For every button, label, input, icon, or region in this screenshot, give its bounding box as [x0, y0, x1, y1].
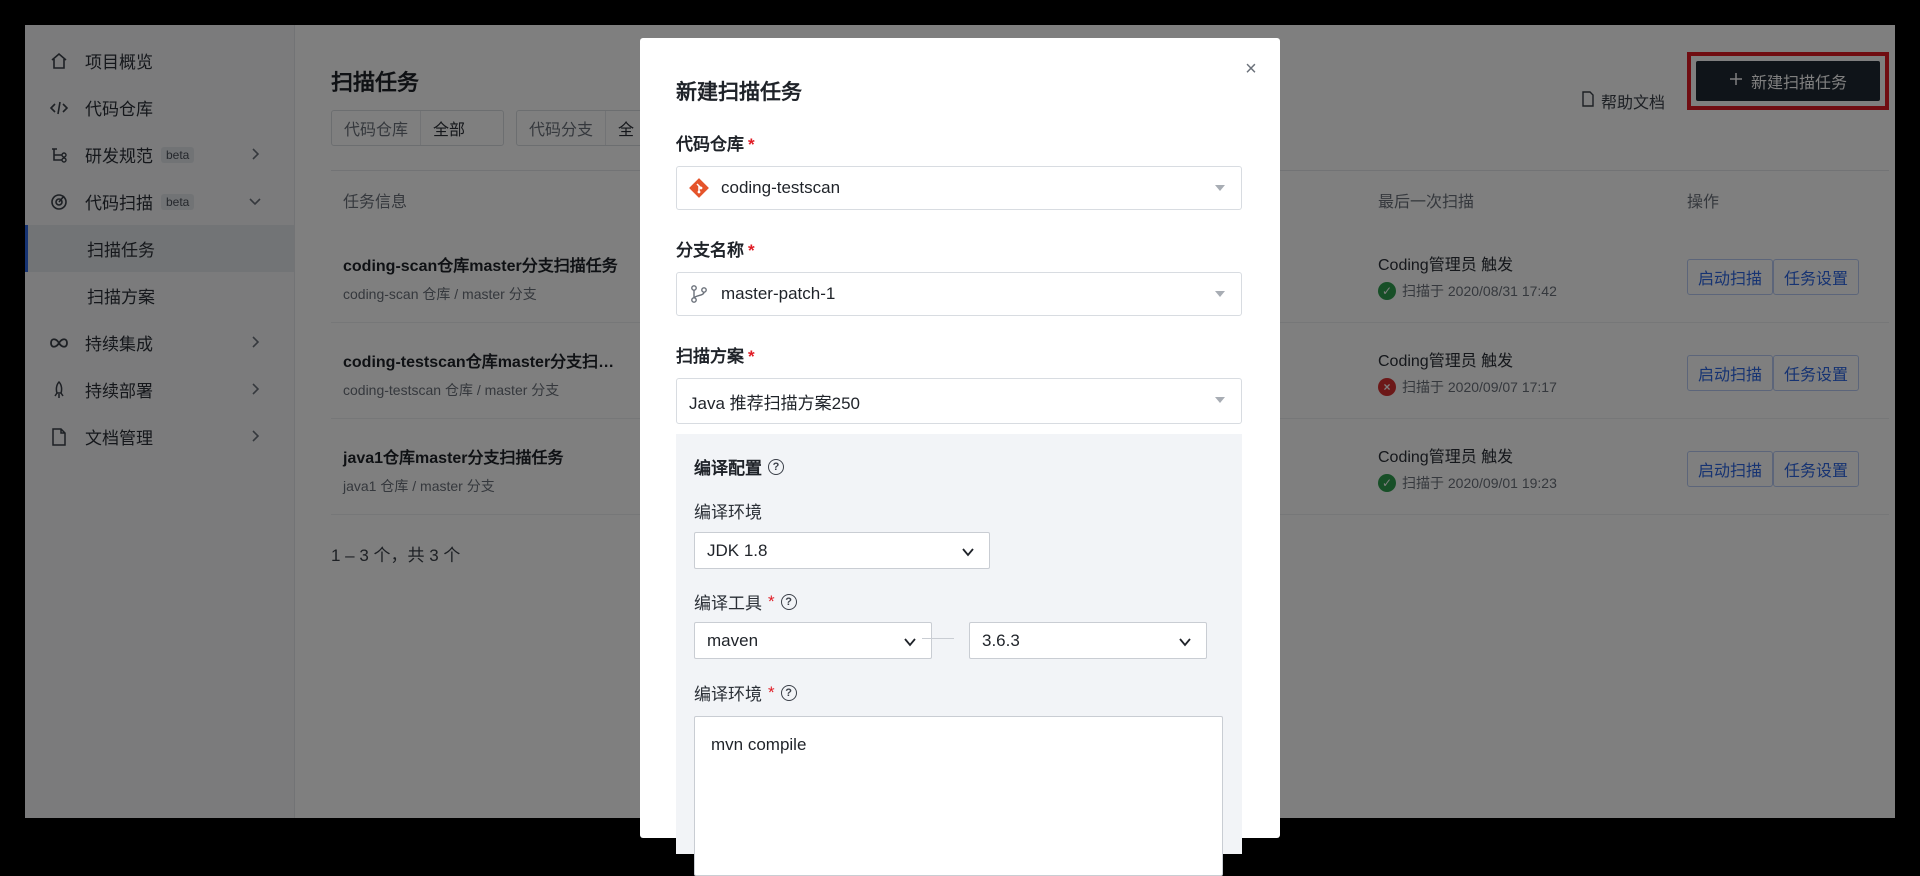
compile-config-panel: 编译配置 ? 编译环境 JDK 1.8 编译工具 * ? maven 3.6.3 — [676, 434, 1242, 876]
plan-label-text: 扫描方案 — [676, 347, 744, 366]
git-icon — [689, 178, 709, 198]
compile-tool-select[interactable]: maven — [694, 622, 932, 659]
new-scan-task-dialog: × 新建扫描任务 代码仓库 * coding-testscan 分支名称 * mas… — [640, 38, 1280, 876]
branch-label: 分支名称 * — [676, 236, 755, 261]
caret-down-icon — [1215, 185, 1225, 191]
close-icon[interactable]: × — [1242, 59, 1260, 79]
compile-config-title-text: 编译配置 — [694, 459, 762, 478]
chevron-down-icon — [961, 544, 975, 558]
compile-env-label: 编译环境 — [694, 503, 762, 522]
compile-command-label-text: 编译环境 — [694, 685, 762, 704]
compile-config-title: 编译配置 ? — [694, 454, 784, 479]
range-separator — [922, 638, 954, 639]
branch-label-text: 分支名称 — [676, 241, 744, 260]
caret-down-icon — [1215, 291, 1225, 297]
chevron-down-icon — [1178, 634, 1192, 648]
chevron-down-icon — [903, 634, 917, 648]
help-icon[interactable]: ? — [780, 593, 797, 610]
compile-tool-label-text: 编译工具 — [694, 594, 762, 613]
plan-label: 扫描方案 * — [676, 342, 755, 367]
compile-env-select[interactable]: JDK 1.8 — [694, 532, 990, 569]
compile-tool-version-select[interactable]: 3.6.3 — [969, 622, 1207, 659]
caret-down-icon — [1215, 397, 1225, 403]
compile-tool-value: maven — [707, 630, 759, 650]
branch-select-value: master-patch-1 — [721, 284, 836, 303]
required-mark: * — [748, 241, 755, 260]
repo-select-value: coding-testscan — [721, 178, 841, 197]
help-icon[interactable]: ? — [780, 684, 797, 701]
required-mark: * — [768, 591, 775, 611]
plan-select-value: Java 推荐扫描方案250 — [689, 393, 860, 413]
repo-label-text: 代码仓库 — [676, 135, 744, 154]
required-mark: * — [748, 135, 755, 154]
branch-icon — [689, 284, 709, 304]
dialog-title: 新建扫描任务 — [676, 81, 802, 104]
plan-select[interactable]: Java 推荐扫描方案250 — [676, 378, 1242, 424]
required-mark: * — [748, 347, 755, 366]
compile-command-textarea[interactable]: mvn compile — [694, 716, 1223, 876]
repo-label: 代码仓库 * — [676, 130, 755, 155]
compile-command-label: 编译环境 * ? — [694, 680, 797, 705]
help-icon[interactable]: ? — [768, 458, 784, 475]
compile-tool-version-value: 3.6.3 — [982, 630, 1020, 650]
repo-select[interactable]: coding-testscan — [676, 166, 1242, 210]
compile-tool-label: 编译工具 * ? — [694, 589, 797, 614]
branch-select[interactable]: master-patch-1 — [676, 272, 1242, 316]
required-mark: * — [768, 682, 775, 702]
compile-env-value: JDK 1.8 — [707, 540, 768, 560]
